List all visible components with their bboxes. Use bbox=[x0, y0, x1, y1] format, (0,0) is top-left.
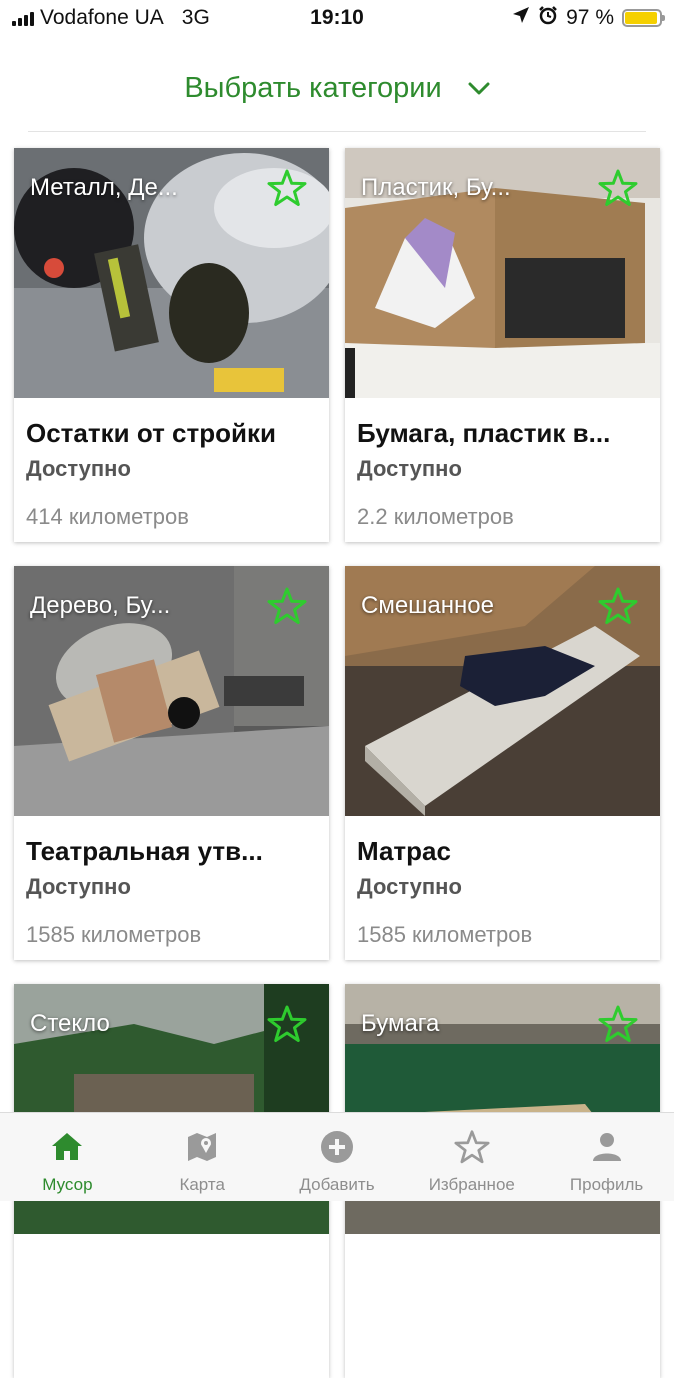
listing-distance: 414 километров bbox=[26, 504, 189, 529]
person-icon bbox=[589, 1129, 625, 1165]
tab-favorites[interactable]: Избранное bbox=[404, 1113, 539, 1201]
header: Выбрать категории bbox=[28, 60, 646, 132]
bottom-tab-bar: Мусор Карта Добавить Избранное Профиль bbox=[0, 1112, 674, 1201]
home-icon bbox=[49, 1129, 85, 1165]
listing-title: Бумага, пластик в... bbox=[357, 418, 611, 448]
listing-status: Доступно bbox=[26, 874, 131, 899]
add-icon bbox=[319, 1129, 355, 1165]
listing-category: Бумага bbox=[361, 1010, 440, 1037]
favorite-star-icon[interactable] bbox=[267, 1004, 307, 1049]
tab-map[interactable]: Карта bbox=[135, 1113, 270, 1201]
listing-status: Доступно bbox=[357, 456, 462, 481]
battery-icon bbox=[622, 9, 665, 27]
status-bar: Vodafone UA 3G 19:10 97 % bbox=[0, 0, 674, 36]
listing-title: Театральная утв... bbox=[26, 836, 263, 866]
star-icon bbox=[452, 1129, 492, 1165]
tab-label: Профиль bbox=[569, 1175, 644, 1194]
battery-fill bbox=[625, 12, 657, 24]
listing-card[interactable]: Дерево, Бу... Театральная утв... Доступн… bbox=[14, 566, 329, 960]
listing-distance: 1585 километров bbox=[26, 922, 202, 947]
listing-category: Дерево, Бу... bbox=[30, 592, 171, 619]
favorite-star-icon[interactable] bbox=[267, 586, 307, 631]
category-select-label: Выбрать категории bbox=[184, 72, 442, 104]
favorite-star-icon[interactable] bbox=[267, 168, 307, 213]
listing-title: Матрас bbox=[357, 836, 451, 866]
status-right: 97 % bbox=[512, 5, 665, 31]
tab-label: Избранное bbox=[428, 1175, 515, 1194]
tab-label: Мусор bbox=[42, 1175, 93, 1194]
listing-category: Пластик, Бу... bbox=[361, 174, 511, 201]
listing-status: Доступно bbox=[357, 874, 462, 899]
listing-category: Стекло bbox=[30, 1010, 110, 1037]
favorite-star-icon[interactable] bbox=[598, 1004, 638, 1049]
alarm-icon bbox=[538, 5, 558, 31]
tab-add[interactable]: Добавить bbox=[270, 1113, 405, 1201]
listing-category: Смешанное bbox=[361, 592, 494, 619]
tab-label: Добавить bbox=[299, 1175, 375, 1194]
listing-distance: 2.2 километров bbox=[357, 504, 514, 529]
listing-distance: 1585 километров bbox=[357, 922, 533, 947]
chevron-down-icon bbox=[468, 82, 490, 96]
map-icon bbox=[184, 1129, 220, 1165]
location-arrow-icon bbox=[512, 6, 530, 30]
listing-card[interactable]: Металл, Де... Остатки от стройки Доступн… bbox=[14, 148, 329, 542]
listing-title: Остатки от стройки bbox=[26, 418, 276, 448]
category-select[interactable]: Выбрать категории bbox=[184, 72, 490, 105]
tab-trash[interactable]: Мусор bbox=[0, 1113, 135, 1201]
battery-percent: 97 % bbox=[566, 6, 614, 29]
tab-label: Карта bbox=[179, 1175, 225, 1194]
tab-profile[interactable]: Профиль bbox=[539, 1113, 674, 1201]
listing-category: Металл, Де... bbox=[30, 174, 178, 201]
favorite-star-icon[interactable] bbox=[598, 586, 638, 631]
favorite-star-icon[interactable] bbox=[598, 168, 638, 213]
listing-card[interactable]: Пластик, Бу... Бумага, пластик в... Дост… bbox=[345, 148, 660, 542]
listing-status: Доступно bbox=[26, 456, 131, 481]
listing-card[interactable]: Смешанное Матрас Доступно 1585 километро… bbox=[345, 566, 660, 960]
